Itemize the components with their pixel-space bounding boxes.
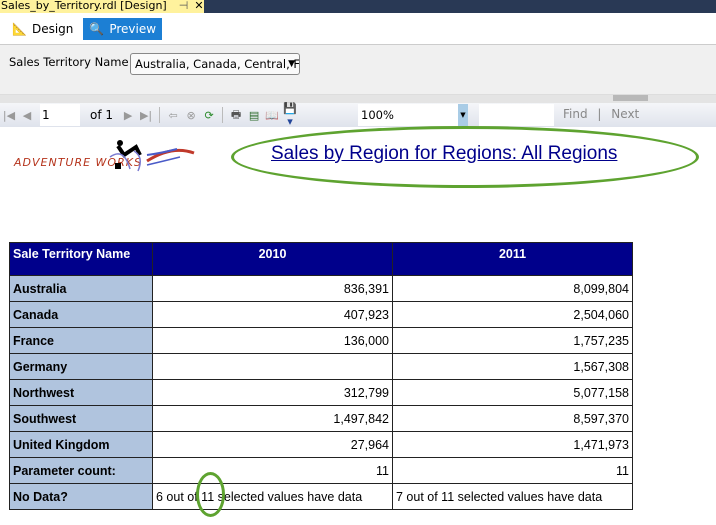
- document-tab[interactable]: Sales_by_Territory.rdl [Design] ⊣ ✕: [0, 0, 204, 13]
- sales-table: Sale Territory Name 2010 2011 Australia 8…: [9, 242, 633, 510]
- table-header-row: Sale Territory Name 2010 2011: [9, 242, 633, 276]
- find-controls: Find | Next: [563, 107, 639, 121]
- value-2010: [152, 353, 393, 380]
- row-label: Parameter count:: [9, 457, 153, 484]
- row-label: United Kingdom: [9, 431, 153, 458]
- next-page-icon[interactable]: ▶: [119, 109, 137, 122]
- row-label: Germany: [9, 353, 153, 380]
- parameter-area: Sales Territory Name Australia, Canada, …: [0, 45, 716, 95]
- row-label: No Data?: [9, 483, 153, 510]
- previous-page-icon[interactable]: ◀: [18, 109, 36, 122]
- value-2010: 11: [152, 457, 393, 484]
- value-2011: 2,504,060: [392, 301, 633, 328]
- of-label: of 1: [90, 108, 114, 122]
- preview-button[interactable]: 🔍 Preview: [83, 17, 163, 40]
- value-2011: 8,099,804: [392, 275, 633, 302]
- close-icon[interactable]: ✕: [194, 0, 203, 13]
- adventure-works-logo: ADVENTURE WORKS: [13, 140, 195, 172]
- table-row: Australia 836,391 8,099,804: [9, 275, 633, 302]
- nodata-2010: 6 out of 11 selected values have data: [152, 483, 393, 510]
- print-icon[interactable]: 🖶: [227, 106, 245, 125]
- report-toolbar: |◀ ◀ 1 of 1 ▶ ▶| ⇦ ⊗ ⟳ 🖶 ▤ 📖 💾▾ 100% ▼ F…: [0, 102, 716, 128]
- header-2011: 2011: [392, 242, 633, 276]
- page-input[interactable]: 1: [40, 104, 80, 126]
- sales-territory-select[interactable]: Australia, Canada, Central, F ▼: [130, 53, 300, 75]
- header-territory: Sale Territory Name: [9, 242, 153, 276]
- table-row-nodata: No Data? 6 out of 11 selected values have…: [9, 483, 633, 510]
- value-2010: 312,799: [152, 379, 393, 406]
- separator: |: [597, 107, 602, 121]
- back-icon[interactable]: ⇦: [164, 109, 182, 122]
- splitter[interactable]: [0, 95, 716, 103]
- separator: [159, 107, 161, 123]
- stop-icon[interactable]: ⊗: [182, 109, 200, 122]
- table-row: Parameter count: 11 11: [9, 457, 633, 484]
- value-2011: 8,597,370: [392, 405, 633, 432]
- print-layout-icon[interactable]: ▤: [245, 109, 263, 122]
- sales-territory-label: Sales Territory Name: [9, 55, 129, 69]
- logo-text: ADVENTURE WORKS: [13, 156, 142, 169]
- find-link[interactable]: Find: [563, 107, 588, 121]
- table-row: United Kingdom 27,964 1,471,973: [9, 431, 633, 458]
- document-tab-title: Sales_by_Territory.rdl [Design]: [1, 0, 167, 12]
- row-label: Northwest: [9, 379, 153, 406]
- last-page-icon[interactable]: ▶|: [137, 109, 155, 122]
- next-link[interactable]: Next: [611, 107, 639, 121]
- value-2010: 136,000: [152, 327, 393, 354]
- nodata-2011: 7 out of 11 selected values have data: [392, 483, 633, 510]
- document-tab-bar: Sales_by_Territory.rdl [Design] ⊣ ✕: [0, 0, 716, 13]
- page-setup-icon[interactable]: 📖: [263, 109, 281, 122]
- table-row: France 136,000 1,757,235: [9, 327, 633, 354]
- export-icon[interactable]: 💾▾: [281, 102, 299, 128]
- zoom-select[interactable]: 100% ▼: [358, 104, 468, 126]
- value-2010: 1,497,842: [152, 405, 393, 432]
- table-row: Canada 407,923 2,504,060: [9, 301, 633, 328]
- row-label: Southwest: [9, 405, 153, 432]
- preview-icon: 🔍: [89, 21, 105, 36]
- value-2011: 11: [392, 457, 633, 484]
- value-2011: 1,567,308: [392, 353, 633, 380]
- value-2011: 5,077,158: [392, 379, 633, 406]
- mode-bar: 📐 Design 🔍 Preview: [0, 13, 716, 45]
- report-title-link[interactable]: Sales by Region for Regions: All Regions: [271, 143, 617, 165]
- chevron-down-icon: ▼: [458, 104, 468, 126]
- table-row: Northwest 312,799 5,077,158: [9, 379, 633, 406]
- find-input[interactable]: [479, 104, 554, 126]
- value-2011: 1,757,235: [392, 327, 633, 354]
- design-icon: 📐: [12, 21, 27, 36]
- design-button[interactable]: 📐 Design: [6, 18, 79, 40]
- refresh-icon[interactable]: ⟳: [200, 109, 218, 122]
- preview-label: Preview: [109, 21, 157, 36]
- row-label: France: [9, 327, 153, 354]
- table-row: Southwest 1,497,842 8,597,370: [9, 405, 633, 432]
- value-2010: 836,391: [152, 275, 393, 302]
- table-row: Germany 1,567,308: [9, 353, 633, 380]
- header-2010: 2010: [152, 242, 393, 276]
- separator: [222, 107, 224, 123]
- zoom-value: 100%: [361, 108, 394, 122]
- value-2011: 1,471,973: [392, 431, 633, 458]
- value-2010: 27,964: [152, 431, 393, 458]
- row-label: Canada: [9, 301, 153, 328]
- collapse-grip[interactable]: [613, 95, 648, 101]
- row-label: Australia: [9, 275, 153, 302]
- value-2010: 407,923: [152, 301, 393, 328]
- pin-icon[interactable]: ⊣: [179, 0, 189, 13]
- chevron-down-icon: ▼: [288, 59, 295, 69]
- sales-territory-value: Australia, Canada, Central, F: [135, 57, 300, 71]
- first-page-icon[interactable]: |◀: [0, 109, 18, 122]
- design-label: Design: [31, 21, 74, 36]
